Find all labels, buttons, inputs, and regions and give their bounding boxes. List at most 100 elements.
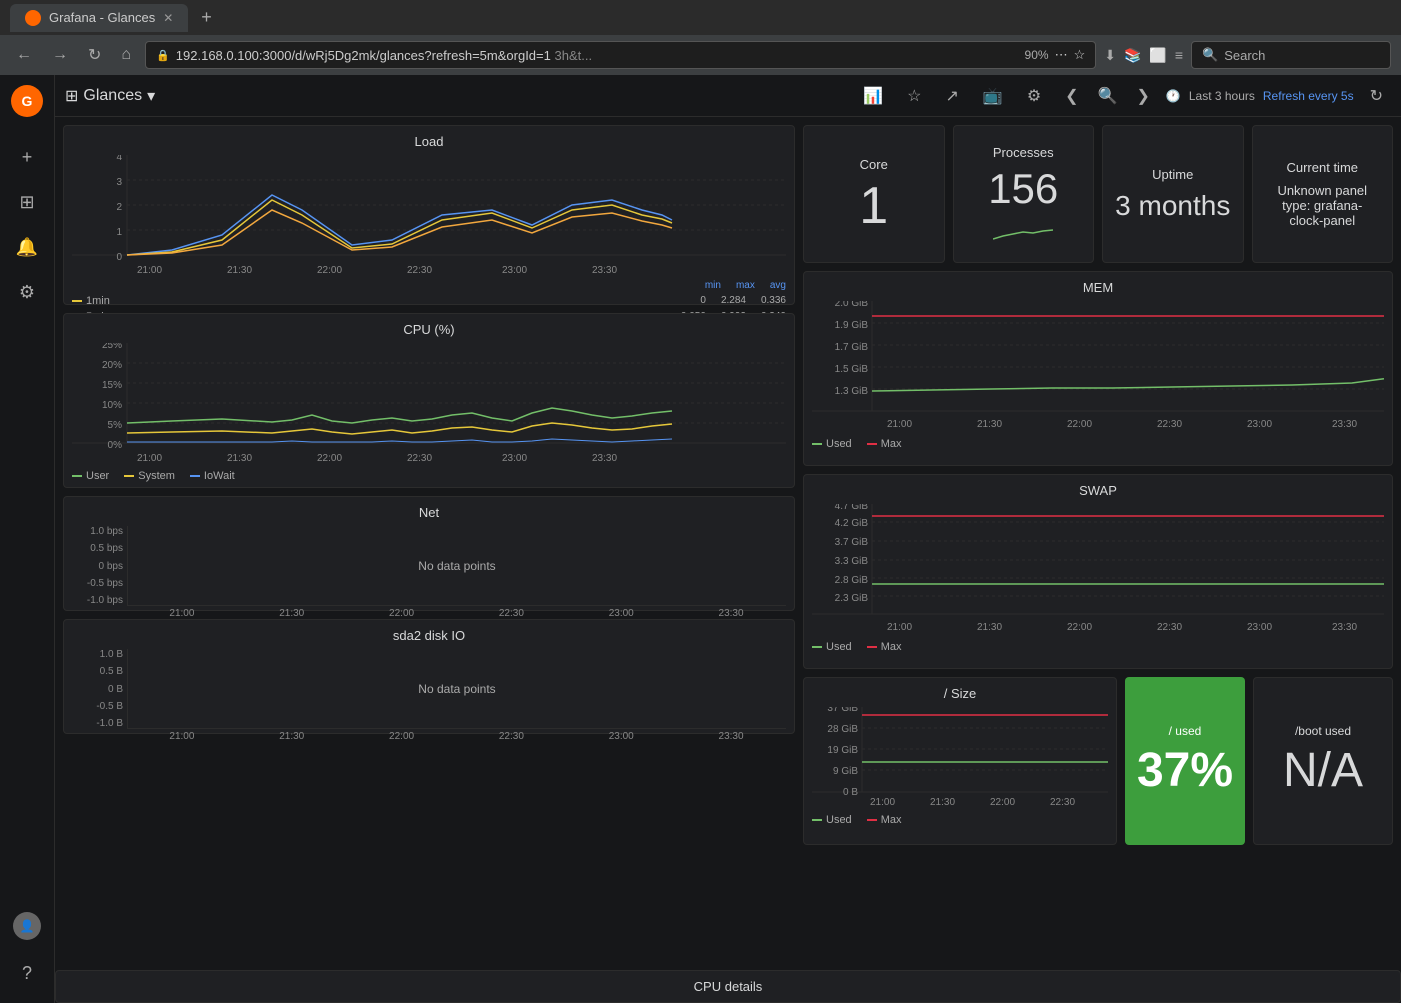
tv-button[interactable]: 📺 [975,82,1011,110]
load-1min-avg: 0.336 [761,295,786,307]
active-tab[interactable]: Grafana - Glances ✕ [10,4,188,32]
reload-button[interactable]: ↻ [82,43,107,67]
svg-text:21:00: 21:00 [137,453,162,463]
svg-text:21:30: 21:30 [977,419,1002,430]
sidebar-item-help[interactable]: ? [7,953,47,993]
lock-icon: 🔒 [156,49,170,62]
time-info[interactable]: 🕐 Last 3 hours Refresh every 5s [1166,89,1354,103]
star-button[interactable]: ☆ [899,82,929,110]
dashboard-grid: Load 4 3 2 1 0 [55,117,1401,962]
address-bar[interactable]: 🔒 192.168.0.100:3000/d/wRj5Dg2mk/glances… [145,41,1096,69]
left-column: Load 4 3 2 1 0 [63,125,795,954]
panel-swap: SWAP 4.7 GiB 4.2 GiB 3.7 GiB 3.3 GiB 2 [803,474,1393,669]
svg-text:22:00: 22:00 [317,453,342,463]
sidebar-item-add[interactable]: + [7,137,47,177]
net-chart: No data points [127,526,786,606]
grafana-logo[interactable]: G [11,85,43,117]
back-button[interactable]: ← [10,44,38,66]
user-avatar[interactable]: 👤 [13,912,41,940]
legend-disk-used: Used [812,814,852,826]
panel-uptime: Uptime 3 months [1102,125,1244,263]
svg-text:2.3 GiB: 2.3 GiB [835,593,869,604]
close-tab-button[interactable]: ✕ [163,11,173,25]
prev-time-button[interactable]: ❮ [1057,82,1086,110]
sidebar-item-settings[interactable]: ⚙ [7,272,47,312]
legend-disk-max: Max [867,814,902,826]
svg-text:37 GiB: 37 GiB [827,707,858,714]
load-1min-min: 0 [700,295,706,307]
current-time-title: Current time [1286,160,1358,175]
sidebar-item-dashboards[interactable]: ⊞ [7,182,47,222]
swap-legend: Used Max [812,641,1384,653]
legend-system-label: System [138,470,175,482]
sidebar-button[interactable]: ⬜ [1149,47,1166,64]
svg-text:1.3 GiB: 1.3 GiB [835,386,869,397]
panel-boot-used: /boot used N/A [1253,677,1393,845]
svg-text:28 GiB: 28 GiB [827,724,858,735]
forward-button[interactable]: → [46,44,74,66]
panel-load-title: Load [72,134,786,149]
add-panel-button[interactable]: 📊 [855,82,891,110]
swap-used-label: Used [826,641,852,653]
load-stats-header: min max avg [72,280,786,291]
svg-text:21:30: 21:30 [227,265,252,275]
next-time-button[interactable]: ❯ [1128,82,1157,110]
net-x-axis: 21:0021:3022:0022:3023:0023:30 [72,608,786,619]
tab-bar: Grafana - Glances ✕ + [0,0,1401,35]
swap-chart: 4.7 GiB 4.2 GiB 3.7 GiB 3.3 GiB 2.8 GiB … [812,504,1384,634]
uptime-value: 3 months [1115,190,1230,222]
new-tab-button[interactable]: + [193,5,220,30]
menu-button[interactable]: ≡ [1175,47,1183,63]
panel-load: Load 4 3 2 1 0 [63,125,795,305]
svg-text:3: 3 [116,177,122,188]
panel-core: Core 1 [803,125,945,263]
sidebar-item-notifications[interactable]: 🔔 [7,227,47,267]
legend-1min: 1min [72,295,110,307]
url-main: 192.168.0.100:3000/d/wRj5Dg2mk/glances?r… [176,48,551,63]
clock-icon: 🕐 [1166,89,1181,103]
refresh-label[interactable]: Refresh every 5s [1263,89,1354,103]
legend-swap-max: Max [867,641,902,653]
legend-iowait-label: IoWait [204,470,235,482]
sidebar-bottom: 👤 ? [7,912,47,993]
mem-legend: Used Max [812,438,1384,450]
sda2-no-data: No data points [418,682,495,696]
dashboard-title[interactable]: ⊞ Glances ▾ [65,86,155,106]
svg-text:21:00: 21:00 [137,265,162,275]
chevron-down-icon: ▾ [147,86,155,106]
net-chart-area: 1.0 bps 0.5 bps 0 bps -0.5 bps -1.0 bps … [72,526,786,606]
cpu-chart: 25% 20% 15% 10% 5% 0% 21:00 21:30 [72,343,786,463]
library-button[interactable]: 📚 [1124,47,1141,64]
svg-text:4.7 GiB: 4.7 GiB [835,504,869,512]
disk-used-value: 37% [1137,743,1233,798]
home-button[interactable]: ⌂ [115,44,137,66]
svg-text:23:30: 23:30 [592,265,617,275]
settings-button[interactable]: ⚙ [1019,82,1049,110]
net-y-axis: 1.0 bps 0.5 bps 0 bps -0.5 bps -1.0 bps [72,526,127,606]
svg-text:23:00: 23:00 [1247,419,1272,430]
legend-mem-max: Max [867,438,902,450]
svg-text:3.3 GiB: 3.3 GiB [835,556,869,567]
tab-title: Grafana - Glances [49,10,155,25]
search-bar[interactable]: 🔍 Search [1191,41,1391,69]
processes-value: 156 [988,168,1058,210]
svg-text:22:30: 22:30 [1050,797,1075,807]
panel-mem-title: MEM [812,280,1384,295]
svg-text:1.7 GiB: 1.7 GiB [835,342,869,353]
disk-row: / Size 37 GiB 28 GiB 19 GiB 9 GiB 0 B [803,677,1393,845]
disk-size-legend: Used Max [812,814,1108,826]
sidebar: G + ⊞ 🔔 ⚙ 👤 ? [0,75,55,1003]
download-button[interactable]: ⬇ [1104,47,1116,64]
svg-text:2: 2 [116,202,122,213]
processes-mini-chart [993,214,1053,244]
svg-text:21:00: 21:00 [887,622,912,633]
panel-cpu-title: CPU (%) [72,322,786,337]
disk-size-title: / Size [812,686,1108,701]
time-nav: ❮ 🔍 ❯ [1057,82,1158,110]
share-button[interactable]: ↗ [937,82,966,110]
panel-mem: MEM 2.0 GiB 1.9 GiB 1.7 GiB 1.5 GiB 1.3 … [803,271,1393,466]
sync-button[interactable]: ↻ [1362,82,1391,110]
zoom-out-button[interactable]: 🔍 [1090,82,1126,110]
svg-text:23:30: 23:30 [592,453,617,463]
panel-cpu-details: CPU details [55,970,1401,1003]
